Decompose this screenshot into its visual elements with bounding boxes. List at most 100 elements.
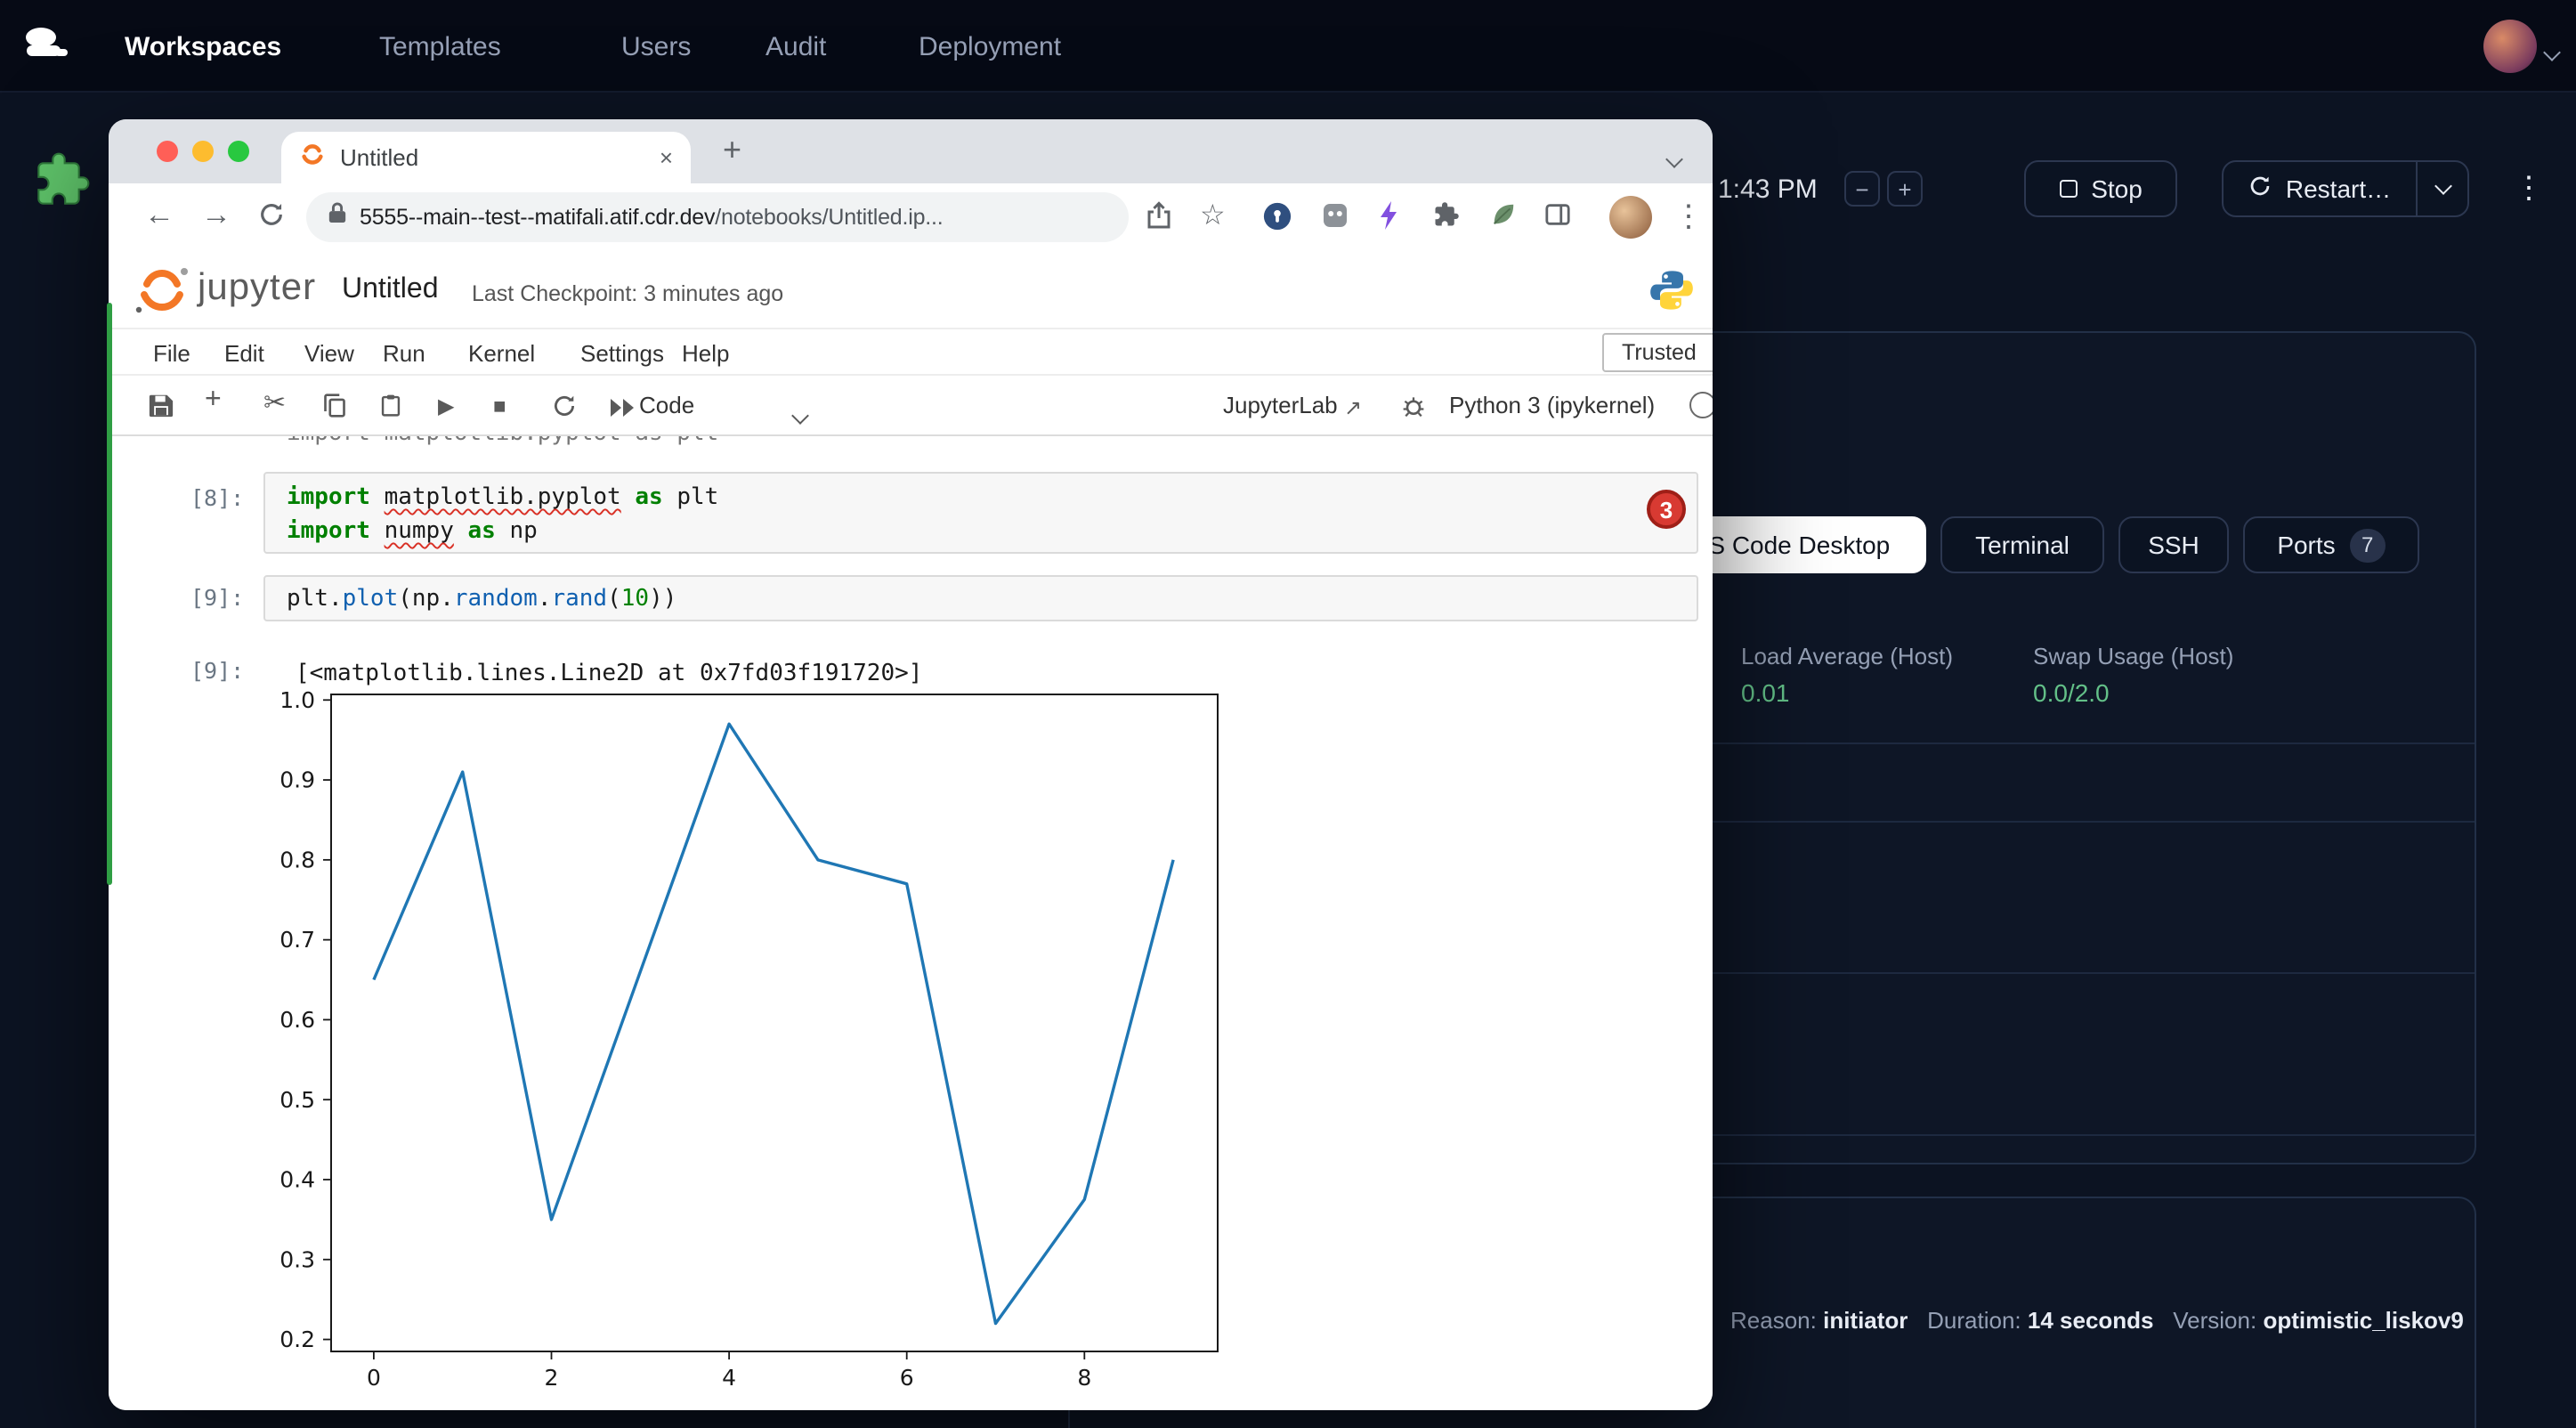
extension-count-badge[interactable]: 3 [1647,490,1686,529]
stop-button[interactable]: Stop [2024,160,2177,217]
svg-text:6: 6 [900,1365,914,1391]
reload-button[interactable] [258,201,285,237]
menu-file[interactable]: File [153,340,190,367]
notebook-content: import matplotlib.pyplot as plt [8]: imp… [109,436,1713,1410]
load-average-label: Load Average (Host) [1741,643,1953,669]
jupyter-menu-bar: File Edit View Run Kernel Settings Help … [109,329,1713,376]
swap-usage-label: Swap Usage (Host) [2033,643,2233,669]
cell-type-chevron-icon[interactable] [794,399,806,431]
nav-item-deployment[interactable]: Deployment [919,32,1061,62]
browser-tab[interactable]: Untitled × [281,132,691,183]
tab-strip: Untitled × + [109,119,1713,183]
jupyter-brand: jupyter [198,267,316,310]
reason-label: Reason: [1730,1307,1817,1334]
kernel-status-icon[interactable] [1689,392,1713,418]
duration-label: Duration: [1927,1307,2021,1334]
menu-settings[interactable]: Settings [580,340,664,367]
notebook-title[interactable]: Untitled [342,274,439,306]
tab-search-chevron-icon[interactable] [1668,142,1681,174]
ports-button[interactable]: Ports 7 [2243,516,2419,573]
duration-value: 14 seconds [2028,1307,2154,1334]
browser-window: Untitled × + ← → 5555--main--test--matif… [109,119,1713,1410]
restart-button[interactable]: Restart… [2222,160,2418,217]
coder-logo[interactable] [21,23,71,78]
lightning-bolt-extension-icon[interactable] [1380,201,1399,239]
trusted-button[interactable]: Trusted [1602,333,1713,372]
extensions-puzzle-icon[interactable] [1433,201,1460,237]
debugger-icon[interactable] [1401,394,1426,424]
output-prompt: [9]: [190,657,244,684]
ports-count-badge: 7 [2350,528,2386,562]
jupyter-logo [132,264,192,326]
bookmark-star-icon[interactable]: ☆ [1200,198,1226,233]
menu-view[interactable]: View [304,340,354,367]
terminal-button[interactable]: Terminal [1940,516,2104,573]
version-label: Version: [2173,1307,2256,1334]
cut-cell-button[interactable]: ✂ [263,390,286,418]
password-manager-extension-icon[interactable] [1262,201,1292,240]
add-cell-button[interactable]: + [205,386,222,415]
browser-menu-kebab-icon[interactable]: ⋮ [1673,199,1704,235]
interrupt-kernel-button[interactable]: ■ [493,392,506,420]
lock-icon [328,201,347,233]
nav-item-audit[interactable]: Audit [766,32,826,62]
kernel-name[interactable]: Python 3 (ipykernel) [1449,392,1655,418]
matplotlib-figure: 0.20.30.40.50.60.70.80.91.002468 [215,686,1390,1398]
svg-text:0.5: 0.5 [279,1087,315,1113]
decrease-time-button[interactable]: − [1844,171,1880,207]
restart-dropdown-button[interactable] [2416,160,2469,217]
ssh-button[interactable]: SSH [2118,516,2229,573]
nav-item-templates[interactable]: Templates [379,32,501,62]
workspace-menu-kebab-icon[interactable]: ⋮ [2514,171,2544,207]
chevron-down-icon[interactable] [2546,36,2558,68]
forward-button[interactable]: → [201,198,231,233]
run-all-cells-button[interactable] [609,395,637,424]
save-button[interactable] [148,392,174,424]
window-zoom-button[interactable] [228,141,249,162]
url-text: 5555--main--test--matifali.atif.cdr.dev/… [360,205,944,230]
svg-text:0.4: 0.4 [279,1167,315,1193]
swap-usage-value: 0.0/2.0 [2033,678,2110,707]
tab-close-icon[interactable]: × [660,144,673,171]
jupyterlab-link[interactable]: JupyterLab [1223,392,1338,418]
svg-text:1.0: 1.0 [279,687,315,713]
user-avatar[interactable] [2483,20,2537,73]
paste-cell-button[interactable] [379,392,402,424]
sidebar-toggle-icon[interactable] [1543,201,1572,237]
run-cell-button[interactable]: ▶ [438,392,454,420]
external-link-icon: ↗ [1344,394,1362,422]
new-tab-button[interactable]: + [723,132,741,169]
svg-text:2: 2 [545,1365,559,1391]
build-info-row: Reason: initiator Duration: 14 seconds V… [1730,1307,2464,1334]
load-average-value: 0.01 [1741,678,1790,707]
cell-type-select[interactable]: Code [639,392,694,418]
nav-item-users[interactable]: Users [621,32,691,62]
menu-run[interactable]: Run [383,340,425,367]
nav-item-workspaces[interactable]: Workspaces [125,32,281,62]
window-minimize-button[interactable] [192,141,214,162]
svg-text:8: 8 [1077,1365,1091,1391]
browser-profile-avatar[interactable] [1609,196,1652,239]
cell-prompt: [9]: [190,584,244,611]
back-button[interactable]: ← [144,198,174,233]
restart-icon [2248,174,2272,203]
top-nav: Workspaces Templates Users Audit Deploym… [0,0,2576,93]
clipped-cell-sliver: import matplotlib.pyplot as plt [287,436,1034,445]
menu-edit[interactable]: Edit [224,340,264,367]
window-close-button[interactable] [157,141,178,162]
chevron-down-icon [2434,177,2451,195]
leaf-extension-icon[interactable] [1490,201,1517,237]
extension-icon-mask[interactable] [1321,201,1349,239]
jupyter-toolbar: + ✂ ▶ ■ Code JupyterLab ↗ Python 3 [109,376,1713,436]
restart-kernel-button[interactable] [552,394,577,424]
increase-time-button[interactable]: + [1887,171,1923,207]
share-icon[interactable] [1146,201,1171,239]
menu-kernel[interactable]: Kernel [468,340,535,367]
address-bar[interactable]: 5555--main--test--matifali.atif.cdr.dev/… [306,192,1129,242]
copy-cell-button[interactable] [322,392,347,424]
stop-icon [2059,180,2077,198]
menu-help[interactable]: Help [682,340,730,367]
puzzle-extension-icon[interactable] [34,151,91,217]
svg-text:0.6: 0.6 [279,1007,315,1033]
tab-title: Untitled [340,144,645,171]
